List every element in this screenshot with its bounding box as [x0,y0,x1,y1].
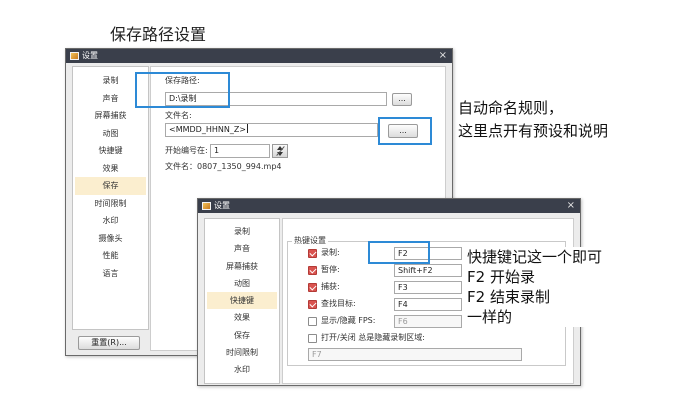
sidebar-item-time-limit[interactable]: 时间限制 [207,344,277,361]
record-hotkey-label: 录制: [321,248,340,257]
sidebar-item-save[interactable]: 保存 [207,327,277,344]
file-name-input[interactable]: <MMDD_HHNN_Z> [165,123,378,137]
sidebar-item-record[interactable]: 录制 [207,223,277,240]
sidebar-item-save[interactable]: 保存 [75,177,146,195]
find-target-hotkey-label: 查找目标: [321,299,356,308]
close-button[interactable]: × [439,49,447,63]
pause-hotkey-input[interactable]: Shift+F2 [394,263,462,277]
sidebar-item-language[interactable]: 语言 [75,265,146,283]
sidebar-item-screen-capture[interactable]: 屏幕捕获 [207,258,277,275]
sidebar-item-effects[interactable]: 效果 [207,309,277,326]
start-number-spinner[interactable] [272,144,288,158]
toggle-region-hotkey-checkbox[interactable] [308,333,317,343]
settings-sidebar: 录制 声音 屏幕捕获 动图 快捷键 效果 保存 时间限制 水印 [204,218,280,384]
save-path-caption: 保存路径设置 [110,25,207,44]
start-number-input[interactable]: 1 [210,144,270,158]
sidebar-item-gif[interactable]: 动图 [207,275,277,292]
sidebar-item-hotkeys[interactable]: 快捷键 [207,292,277,310]
sidebar-item-effects[interactable]: 效果 [75,160,146,178]
find-target-hotkey-input[interactable]: F4 [394,297,462,311]
window-title: 设置 [214,201,230,210]
capture-hotkey-checkbox[interactable] [308,282,317,292]
reset-button[interactable]: 重置(R)... [78,336,140,350]
annotation-line: 一样的 [467,308,513,326]
annotation-naming-rules: 自动命名规则， 这里点开有预设和说明 [458,97,608,143]
capture-hotkey-label: 捕获: [321,282,340,291]
sidebar-item-watermark[interactable]: 水印 [75,212,146,230]
annotation-line: F2 结束录制 [467,288,550,306]
toggle-region-hotkey-label: 打开/关闭 总是隐藏录制区域: [321,333,425,342]
toggle-region-hotkey-input[interactable]: F7 [308,348,522,361]
hotkey-group-title: 热键设置 [292,236,328,246]
highlight-box-save-path [135,72,230,108]
record-hotkey-checkbox[interactable] [308,248,317,258]
sidebar-item-time-limit[interactable]: 时间限制 [75,195,146,213]
toggle-fps-hotkey-checkbox[interactable] [308,316,317,326]
highlight-box-presets-button [378,117,432,145]
find-target-hotkey-checkbox[interactable] [308,299,317,309]
sidebar-item-watermark[interactable]: 水印 [207,361,277,378]
window-title: 设置 [82,51,98,60]
annotation-line: F2 开始录 [467,268,535,286]
sidebar-item-hotkeys[interactable]: 快捷键 [75,142,146,160]
app-icon [202,202,211,210]
close-button[interactable]: × [567,199,575,213]
capture-hotkey-input[interactable]: F3 [394,280,462,294]
sidebar-item-performance[interactable]: 性能 [75,247,146,265]
file-name-value: <MMDD_HHNN_Z> [169,125,247,134]
file-name-preview: 文件名：0807_1350_994.mp4 [165,162,282,171]
annotation-hotkey-tip: 快捷键记这一个即可 F2 开始录 F2 结束录制 一样的 [463,247,607,327]
title-bar[interactable]: 设置 × [198,199,580,213]
highlight-box-record-hotkey [368,241,430,264]
file-name-label: 文件名: [165,111,192,120]
browse-folder-button[interactable]: ... [392,93,412,106]
app-icon [70,52,79,60]
text-caret [247,124,249,133]
annotation-line: 这里点开有预设和说明 [458,122,609,140]
title-bar[interactable]: 设置 × [66,49,452,63]
pause-hotkey-checkbox[interactable] [308,265,317,275]
sidebar-item-screen-capture[interactable]: 屏幕捕获 [75,107,146,125]
sidebar-item-audio[interactable]: 声音 [207,240,277,257]
start-number-label: 开始编号在: [165,146,208,155]
annotation-line: 快捷键记这一个即可 [467,248,603,266]
sidebar-item-gif[interactable]: 动图 [75,125,146,143]
hotkey-row-toggle-region: 打开/关闭 总是隐藏录制区域: [288,332,565,345]
pause-hotkey-label: 暂停: [321,265,340,274]
sidebar-item-webcam[interactable]: 摄像头 [75,230,146,248]
toggle-fps-hotkey-label: 显示/隐藏 FPS: [321,316,376,325]
annotation-line: 自动命名规则， [458,99,564,117]
toggle-fps-hotkey-input[interactable]: F6 [394,314,462,328]
